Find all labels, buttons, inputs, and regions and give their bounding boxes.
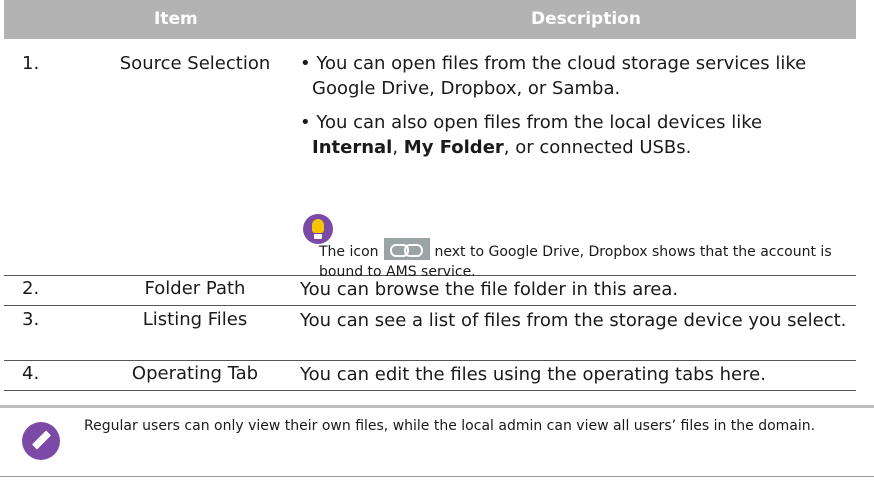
bullet-local-sep: , bbox=[392, 137, 404, 158]
tip-text-pre: The icon bbox=[319, 244, 379, 260]
header-item: Item bbox=[154, 9, 198, 29]
bold-my-folder: My Folder bbox=[403, 137, 504, 158]
note-box: Regular users can only view their own fi… bbox=[0, 405, 874, 477]
pencil-shape bbox=[31, 430, 52, 450]
bullet-cloud: • You can open files from the cloud stor… bbox=[300, 53, 807, 99]
table-header: Item Description bbox=[4, 0, 856, 39]
row-item: Folder Path bbox=[144, 278, 246, 299]
feature-table: Item Description 1. Source Selection • Y… bbox=[4, 0, 856, 391]
bulb-shape bbox=[312, 219, 324, 233]
row-number: 2. bbox=[22, 278, 40, 299]
table-row: 2. Folder Path You can browse the file f… bbox=[4, 275, 856, 306]
row-item: Listing Files bbox=[142, 309, 248, 330]
row-number: 4. bbox=[22, 363, 40, 384]
table-row: 3. Listing Files You can see a list of f… bbox=[4, 305, 856, 361]
row-description: You can see a list of files from the sto… bbox=[300, 310, 847, 331]
header-description: Description bbox=[531, 9, 641, 29]
row-description: • You can open files from the cloud stor… bbox=[300, 51, 850, 160]
table-row: 4. Operating Tab You can edit the files … bbox=[4, 360, 856, 391]
bullet-local-end: , or connected USBs. bbox=[503, 137, 692, 158]
row-item: Source Selection bbox=[119, 53, 271, 74]
pencil-icon bbox=[22, 422, 60, 460]
bullet-local-text: • You can also open files from the local… bbox=[300, 112, 763, 133]
link-icon bbox=[383, 238, 430, 260]
bullet-local: • You can also open files from the local… bbox=[300, 110, 850, 160]
row-description: You can browse the file folder in this a… bbox=[300, 279, 679, 300]
bold-internal: Internal bbox=[312, 137, 393, 158]
row-description: You can edit the files using the operati… bbox=[300, 364, 766, 385]
row-number: 3. bbox=[22, 309, 40, 330]
row-item: Operating Tab bbox=[131, 363, 259, 384]
row-number: 1. bbox=[22, 53, 40, 74]
note-text: Regular users can only view their own fi… bbox=[84, 418, 816, 434]
